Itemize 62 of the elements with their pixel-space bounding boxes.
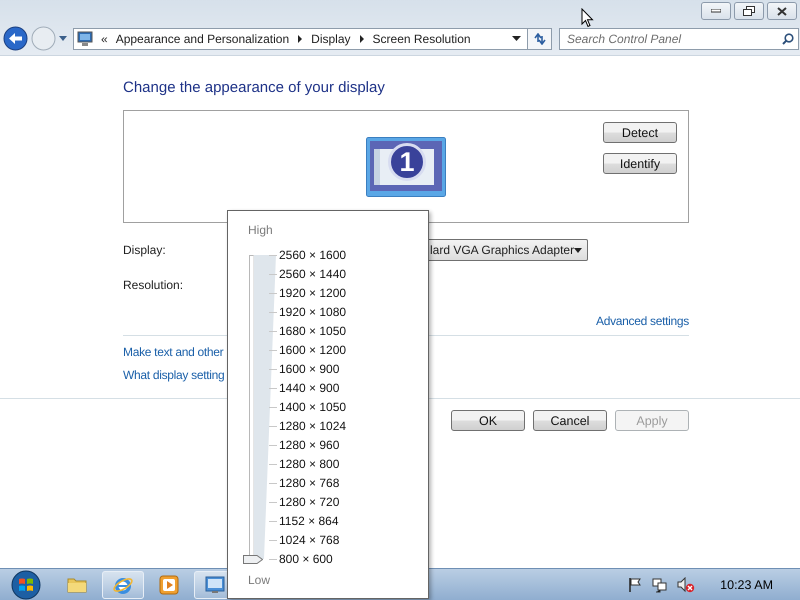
minimize-button[interactable] (701, 2, 731, 20)
resolution-option[interactable]: 1152 × 864 (279, 512, 339, 531)
resolution-option[interactable]: 1920 × 1200 (279, 284, 346, 303)
muted-speaker-icon[interactable] (677, 576, 696, 592)
resolution-option[interactable]: 1680 × 1050 (279, 322, 346, 341)
restore-button[interactable] (734, 2, 764, 20)
resolution-option[interactable]: 1600 × 900 (279, 360, 340, 379)
cancel-button[interactable]: Cancel (533, 410, 607, 431)
resolution-option[interactable]: 2560 × 1600 (279, 246, 346, 265)
minimize-icon (711, 9, 721, 13)
resolution-label: Resolution: (123, 278, 184, 292)
resolution-option[interactable]: 1280 × 720 (279, 493, 340, 512)
display-label: Display: (123, 243, 166, 257)
history-dropdown-icon[interactable] (59, 36, 67, 42)
resolution-option[interactable]: 800 × 600 (279, 550, 333, 569)
high-label: High (248, 223, 273, 238)
restore-icon (743, 6, 755, 16)
overflow-chevron[interactable]: « (101, 32, 108, 46)
media-player-icon (159, 574, 179, 594)
breadcrumb-arrow-icon[interactable] (297, 34, 304, 42)
breadcrumb-arrow-icon[interactable] (358, 34, 365, 42)
identify-button[interactable]: Identify (603, 153, 677, 174)
search-icon[interactable] (782, 32, 794, 44)
slider-thumb[interactable] (243, 555, 263, 564)
detect-button[interactable]: Detect (603, 122, 677, 143)
network-icon[interactable] (652, 576, 668, 592)
help-link[interactable]: What display setting (123, 368, 224, 382)
close-button[interactable] (767, 2, 797, 20)
display-settings-icon (205, 576, 225, 594)
help-link[interactable]: Make text and other (123, 345, 224, 359)
dropdown-arrow-icon[interactable] (512, 36, 521, 41)
resolution-option[interactable]: 1600 × 1200 (279, 341, 346, 360)
resolution-option[interactable]: 2560 × 1440 (279, 265, 346, 284)
resolution-option[interactable]: 1400 × 1050 (279, 398, 346, 417)
taskbar-button[interactable] (102, 570, 144, 598)
mouse-pointer-icon (581, 8, 594, 28)
breadcrumb[interactable]: Screen Resolution (372, 32, 471, 46)
close-icon (777, 6, 787, 16)
resolution-option[interactable]: 1440 × 900 (279, 379, 340, 398)
resolution-option[interactable]: 1920 × 1080 (279, 303, 346, 322)
resolution-option[interactable]: 1280 × 1024 (279, 417, 346, 436)
resolution-option[interactable]: 1024 × 768 (279, 531, 340, 550)
refresh-icon (532, 32, 546, 44)
flag-icon[interactable] (627, 576, 644, 592)
breadcrumb[interactable]: Display (311, 32, 351, 46)
address-bar[interactable]: « Appearance and Personalization Display Screen Resolution (73, 28, 528, 50)
resolution-option[interactable]: 1280 × 768 (279, 474, 340, 493)
ok-button[interactable]: OK (451, 410, 525, 431)
monitor-tile[interactable]: 1 (366, 137, 446, 197)
dropdown-arrow-icon (574, 248, 582, 252)
resolution-option[interactable]: 1280 × 960 (279, 436, 340, 455)
advanced-settings-link[interactable]: Advanced settings (596, 314, 689, 328)
breadcrumb[interactable]: Appearance and Personalization (116, 32, 290, 46)
clock[interactable]: 10:23 AM (720, 578, 773, 592)
refresh-button[interactable] (528, 28, 552, 50)
search-field[interactable]: Search Control Panel (559, 28, 799, 50)
low-label: Low (248, 573, 270, 588)
computer-icon (77, 30, 93, 46)
folder-icon (67, 576, 87, 592)
resolution-option[interactable]: 1280 × 800 (279, 455, 340, 474)
page-heading: Change the appearance of your display (123, 79, 386, 98)
back-button[interactable] (3, 26, 28, 51)
